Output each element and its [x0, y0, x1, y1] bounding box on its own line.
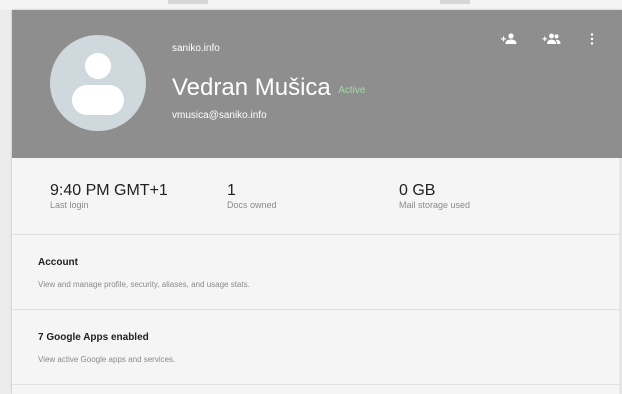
- default-person-avatar-icon: [85, 53, 111, 79]
- user-name-row: Vedran Mušica Active: [172, 74, 365, 102]
- stat-label: Docs owned: [227, 200, 277, 210]
- stat-label: Mail storage used: [399, 200, 471, 210]
- avatar[interactable]: [50, 35, 146, 131]
- person-add-icon[interactable]: [500, 32, 520, 48]
- group-add-icon[interactable]: [542, 32, 562, 48]
- section-description: View active Google apps and services.: [38, 355, 176, 364]
- top-tab-indicator: [440, 0, 470, 4]
- section-account[interactable]: Account View and manage profile, securit…: [12, 235, 622, 310]
- section-google-apps[interactable]: 7 Google Apps enabled View active Google…: [12, 310, 622, 385]
- top-tab-indicator: [168, 0, 208, 4]
- profile-header: saniko.info Vedran Mušica Active vmusica…: [12, 10, 622, 158]
- browser-top-strip: [0, 0, 622, 10]
- section-title: Account: [38, 257, 78, 268]
- stat-last-login: 9:40 PM GMT+1 Last login: [50, 182, 168, 210]
- section-title: 7 Google Apps enabled: [38, 332, 149, 343]
- stat-value: 9:40 PM GMT+1: [50, 182, 168, 199]
- status-badge: Active: [338, 85, 366, 96]
- stat-value: 0 GB: [399, 182, 436, 199]
- user-name: Vedran Mušica: [172, 74, 331, 101]
- avatar-body-shape: [72, 85, 124, 115]
- section-description: View and manage profile, security, alias…: [38, 280, 250, 289]
- user-email: vmusica@saniko.info: [172, 110, 267, 121]
- user-stats-row: 9:40 PM GMT+1 Last login 1 Docs owned 0 …: [12, 158, 622, 235]
- user-profile-card: saniko.info Vedran Mušica Active vmusica…: [12, 10, 622, 394]
- stat-mail-storage: 0 GB Mail storage used: [399, 182, 470, 210]
- more-vert-icon[interactable]: [589, 32, 599, 48]
- stat-docs-owned: 1 Docs owned: [227, 182, 277, 210]
- stat-value: 1: [227, 182, 236, 199]
- user-domain: saniko.info: [172, 43, 220, 54]
- stat-label: Last login: [50, 200, 89, 210]
